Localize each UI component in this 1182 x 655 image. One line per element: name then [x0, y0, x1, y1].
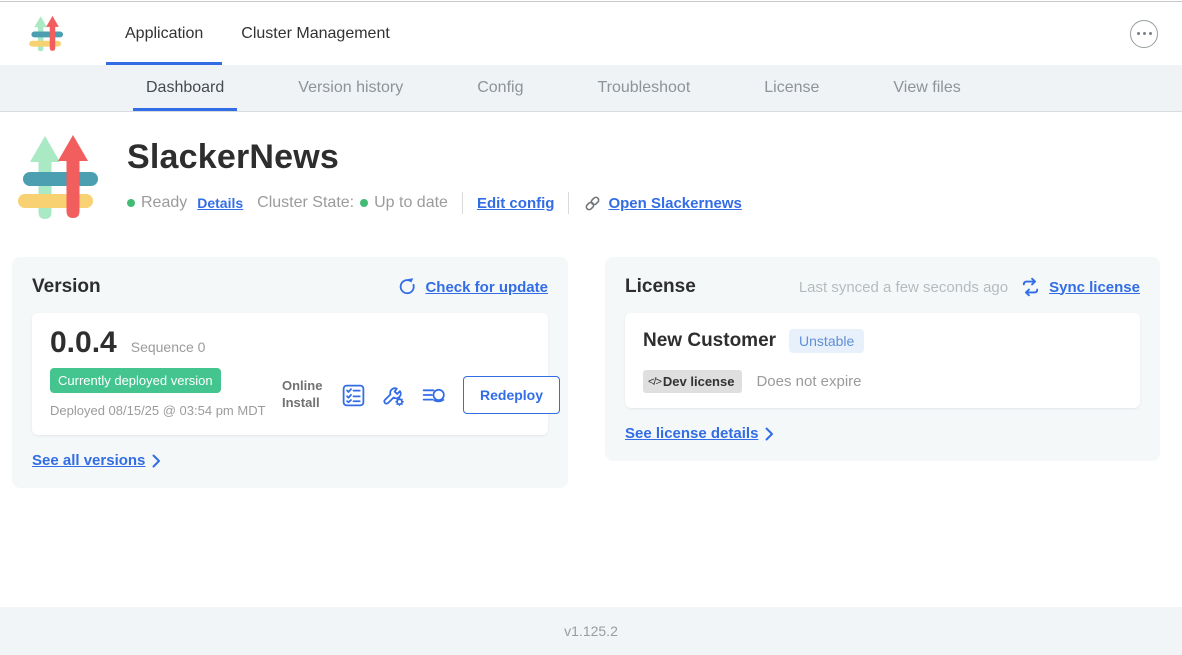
cluster-state-text: Up to date [374, 194, 448, 212]
license-type-text: Dev license [663, 374, 735, 389]
version-card-title: Version [32, 276, 101, 298]
navbar-right [1130, 20, 1158, 48]
see-license-details-row: See license details [625, 425, 1140, 442]
status-details-link[interactable]: Details [197, 195, 243, 211]
view-diff-icon[interactable] [421, 383, 448, 408]
edit-config-icon[interactable] [381, 383, 406, 408]
ellipsis-menu-icon[interactable] [1130, 20, 1158, 48]
deployed-badge: Currently deployed version [50, 368, 221, 393]
console-version: v1.125.2 [564, 623, 618, 639]
app-icon [15, 131, 105, 225]
sync-icon [1020, 277, 1041, 297]
channel-badge: Unstable [789, 329, 864, 353]
redeploy-button[interactable]: Redeploy [463, 376, 560, 414]
divider [568, 192, 569, 214]
open-app-link[interactable]: Open Slackernews [608, 195, 741, 212]
app-subnav: Dashboard Version history Config Trouble… [0, 65, 1182, 112]
code-icon: </> [648, 376, 661, 388]
sync-license-link[interactable]: Sync license [1049, 279, 1140, 296]
current-version-panel: 0.0.4 Sequence 0 Currently deployed vers… [32, 313, 548, 435]
tab-dashboard[interactable]: Dashboard [133, 65, 237, 111]
see-all-versions-link[interactable]: See all versions [32, 452, 145, 469]
app-status-dot [127, 199, 135, 207]
check-for-update-link[interactable]: Check for update [425, 279, 548, 296]
see-all-versions-row: See all versions [32, 452, 548, 469]
deployed-timestamp: Deployed 08/15/25 @ 03:54 pm MDT [50, 402, 268, 420]
divider [462, 192, 463, 214]
see-license-details-link[interactable]: See license details [625, 425, 758, 442]
last-synced-text: Last synced a few seconds ago [799, 279, 1008, 296]
top-navbar: Application Cluster Management [0, 2, 1182, 65]
chevron-right-icon [152, 454, 161, 468]
edit-config-link[interactable]: Edit config [477, 195, 555, 212]
tab-version-history[interactable]: Version history [285, 65, 416, 111]
link-chain-icon [583, 194, 602, 213]
version-sequence: Sequence 0 [131, 339, 206, 355]
app-status-row: Ready Details Cluster State: Up to date … [127, 192, 742, 214]
install-type-label: Online Install [282, 378, 326, 412]
customer-name: New Customer [643, 330, 776, 352]
console-footer: v1.125.2 [0, 607, 1182, 655]
page-title: SlackerNews [127, 138, 742, 177]
version-number: 0.0.4 [50, 326, 117, 360]
tab-view-files[interactable]: View files [880, 65, 973, 111]
app-status-text: Ready [141, 194, 187, 212]
version-card: Version Check for update 0.0.4 Sequence … [12, 257, 568, 488]
preflight-checks-icon[interactable] [341, 383, 366, 408]
license-details-panel: New Customer Unstable </> Dev license Do… [625, 313, 1140, 408]
license-expiry-text: Does not expire [756, 373, 861, 390]
license-card: License Last synced a few seconds ago Sy… [605, 257, 1160, 461]
refresh-icon [397, 277, 417, 297]
primary-tabs: Application Cluster Management [106, 2, 409, 65]
cluster-state-label: Cluster State: [257, 194, 354, 212]
chevron-right-icon [765, 427, 774, 441]
tab-config[interactable]: Config [464, 65, 536, 111]
tab-license[interactable]: License [751, 65, 832, 111]
tab-troubleshoot[interactable]: Troubleshoot [584, 65, 703, 111]
app-logo-icon [28, 14, 66, 54]
dashboard-cards: Version Check for update 0.0.4 Sequence … [0, 257, 1182, 488]
tab-application[interactable]: Application [106, 2, 222, 65]
license-card-title: License [625, 276, 696, 298]
license-type-badge: </> Dev license [643, 370, 742, 393]
app-header: SlackerNews Ready Details Cluster State:… [0, 112, 1182, 225]
tab-cluster-management[interactable]: Cluster Management [222, 2, 409, 65]
cluster-state-dot [360, 199, 368, 207]
